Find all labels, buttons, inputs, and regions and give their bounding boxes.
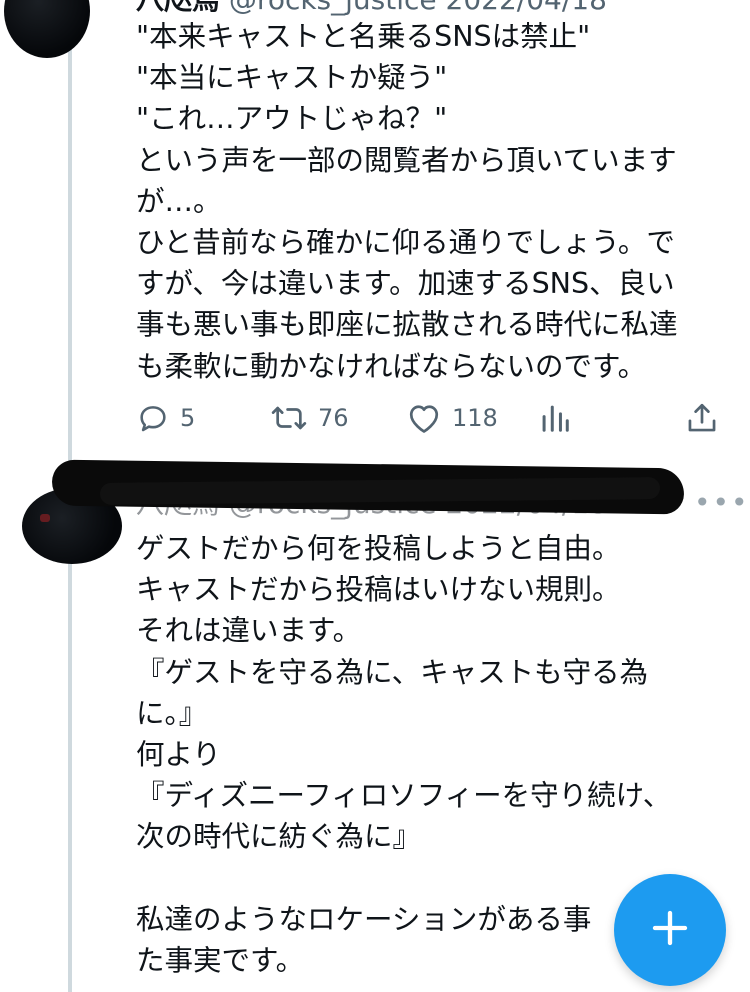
reply-icon <box>136 401 170 435</box>
more-icon[interactable]: ••• <box>694 486 750 519</box>
retweet-icon <box>270 401 308 435</box>
avatar[interactable] <box>4 0 90 58</box>
author-handle[interactable]: @rocks_justice <box>229 0 437 16</box>
retweet-count: 76 <box>318 404 349 432</box>
share-icon <box>686 401 718 435</box>
analytics-button[interactable] <box>540 396 570 440</box>
tweet-text: "本来キャストと名乗るSNSは禁止" "本当にキャストか疑う" "これ…アウトじ… <box>136 20 678 383</box>
author-name[interactable]: 八咫烏 <box>136 0 220 16</box>
analytics-icon <box>540 401 570 435</box>
like-button[interactable]: 118 <box>406 396 498 440</box>
plus-icon <box>650 908 690 952</box>
reply-count: 5 <box>180 404 196 432</box>
retweet-button[interactable]: 76 <box>270 396 349 440</box>
tweet-text: ゲストだから何を投稿しようと自由。 キャストだから投稿はいけない規則。 それは違… <box>136 532 672 978</box>
heart-icon <box>406 401 442 435</box>
tweet-date[interactable]: 2022/04/18 <box>446 0 607 16</box>
tweet-actions: 5 76 118 <box>136 396 726 440</box>
compose-button[interactable] <box>614 874 726 986</box>
share-button[interactable] <box>686 396 718 440</box>
timeline: 八咫烏 @rocks_justice 2022/04/18 "本来キャストと名乗… <box>0 0 750 992</box>
reply-button[interactable]: 5 <box>136 396 195 440</box>
like-count: 118 <box>452 404 498 432</box>
